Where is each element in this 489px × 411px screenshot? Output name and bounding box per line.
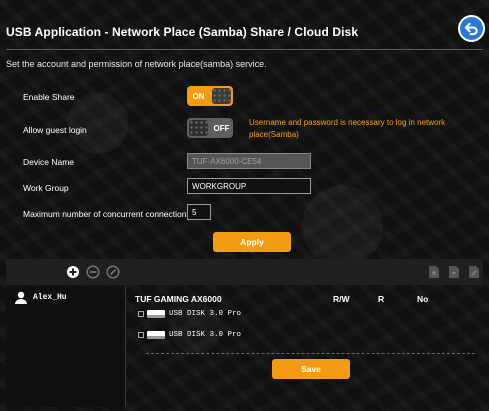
delete-folder-icon[interactable] xyxy=(447,265,461,279)
toggle-knob xyxy=(211,88,231,104)
add-account-icon[interactable] xyxy=(66,265,80,279)
user-icon xyxy=(15,291,27,304)
enable-share-label: Enable Share xyxy=(23,92,75,102)
work-group-field[interactable] xyxy=(187,178,311,194)
samba-settings-panel: USB Application - Network Place (Samba) … xyxy=(0,0,489,411)
edit-account-icon[interactable] xyxy=(106,265,120,279)
title-divider xyxy=(6,49,483,50)
disk-item[interactable]: USB DISK 3.0 Pro xyxy=(138,310,241,318)
disk-label: USB DISK 3.0 Pro xyxy=(169,331,242,339)
device-name-label: Device Name xyxy=(23,157,75,167)
column-r: R xyxy=(378,294,385,304)
enable-share-toggle[interactable]: ON xyxy=(187,86,233,106)
disk-item[interactable]: USB DISK 3.0 Pro xyxy=(138,331,241,339)
apply-button[interactable]: Apply xyxy=(213,232,291,252)
toggle-state-text: ON xyxy=(192,91,205,101)
work-group-label: Work Group xyxy=(23,183,69,193)
usb-drive-icon xyxy=(147,310,165,318)
guest-login-warning: Username and password is necessary to lo… xyxy=(249,118,446,139)
expand-icon[interactable] xyxy=(138,332,144,338)
disk-label: USB DISK 3.0 Pro xyxy=(169,310,242,318)
column-rw: R/W xyxy=(333,294,350,304)
edit-folder-icon[interactable] xyxy=(467,265,481,279)
account-item[interactable]: Alex_Hu xyxy=(14,291,67,304)
add-folder-icon[interactable] xyxy=(427,265,441,279)
remove-account-icon[interactable] xyxy=(86,265,100,279)
toggle-knob xyxy=(189,120,209,136)
guest-login-toggle[interactable]: OFF xyxy=(187,118,233,138)
device-name-field xyxy=(187,153,311,169)
usb-drive-icon xyxy=(147,331,165,339)
page-description: Set the account and permission of networ… xyxy=(6,59,267,69)
back-arrow-icon xyxy=(464,22,478,36)
account-name: Alex_Hu xyxy=(33,293,67,302)
column-no: No xyxy=(417,294,429,304)
max-connections-field[interactable] xyxy=(187,204,211,220)
toggle-state-text: OFF xyxy=(213,123,230,133)
share-toolbar xyxy=(6,259,483,285)
expand-icon[interactable] xyxy=(138,311,144,317)
guest-login-label: Allow guest login xyxy=(23,125,87,135)
table-divider xyxy=(146,353,475,354)
back-button[interactable] xyxy=(458,15,485,42)
max-connections-label: Maximum number of concurrent connections xyxy=(23,209,191,219)
save-button[interactable]: Save xyxy=(272,359,350,379)
page-title: USB Application - Network Place (Samba) … xyxy=(6,25,359,39)
account-list xyxy=(6,286,126,407)
device-name-header: TUF GAMING AX6000 xyxy=(135,294,222,304)
